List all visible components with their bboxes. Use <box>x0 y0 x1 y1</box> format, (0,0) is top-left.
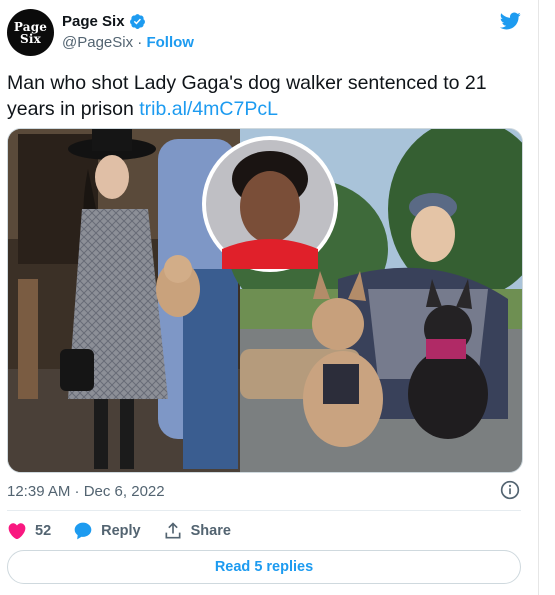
separator-dot: · <box>137 34 143 51</box>
share-label: Share <box>190 523 231 539</box>
info-icon[interactable] <box>500 480 520 500</box>
divider <box>7 510 521 511</box>
like-count: 52 <box>35 523 52 539</box>
tweet-timestamp[interactable]: 12:39 AM · Dec 6, 2022 <box>7 483 165 500</box>
share-icon <box>165 522 181 539</box>
reply-label: Reply <box>101 523 141 539</box>
read-replies-button[interactable]: Read 5 replies <box>7 550 521 584</box>
avatar[interactable]: Page Six <box>7 9 54 56</box>
tweet-card: Page Six Page Six @PageSix · Follow Man … <box>0 0 539 595</box>
author-name[interactable]: Page Six <box>62 13 125 30</box>
heart-icon <box>8 523 26 540</box>
twitter-bird-icon[interactable] <box>497 10 523 32</box>
follow-button[interactable]: Follow <box>146 34 194 51</box>
avatar-text-line1: Page <box>13 19 48 34</box>
reply-bubble-icon <box>74 522 92 540</box>
share-button[interactable]: Share <box>163 521 231 541</box>
handle-row: @PageSix · Follow <box>62 34 194 51</box>
author-handle[interactable]: @PageSix <box>62 34 133 51</box>
action-bar: 52 Reply Share <box>7 519 253 543</box>
author-name-row: Page Six <box>62 13 146 30</box>
tweet-text: Man who shot Lady Gaga's dog walker sent… <box>7 70 517 122</box>
news-photo-collage <box>8 129 522 472</box>
tweet-media[interactable] <box>7 128 523 473</box>
verified-badge-icon <box>129 14 145 29</box>
like-button[interactable]: 52 <box>7 521 51 541</box>
reply-button[interactable]: Reply <box>73 521 141 541</box>
avatar-text-line2: Six <box>20 31 41 46</box>
tweet-link[interactable]: trib.al/4mC7PcL <box>139 98 278 120</box>
